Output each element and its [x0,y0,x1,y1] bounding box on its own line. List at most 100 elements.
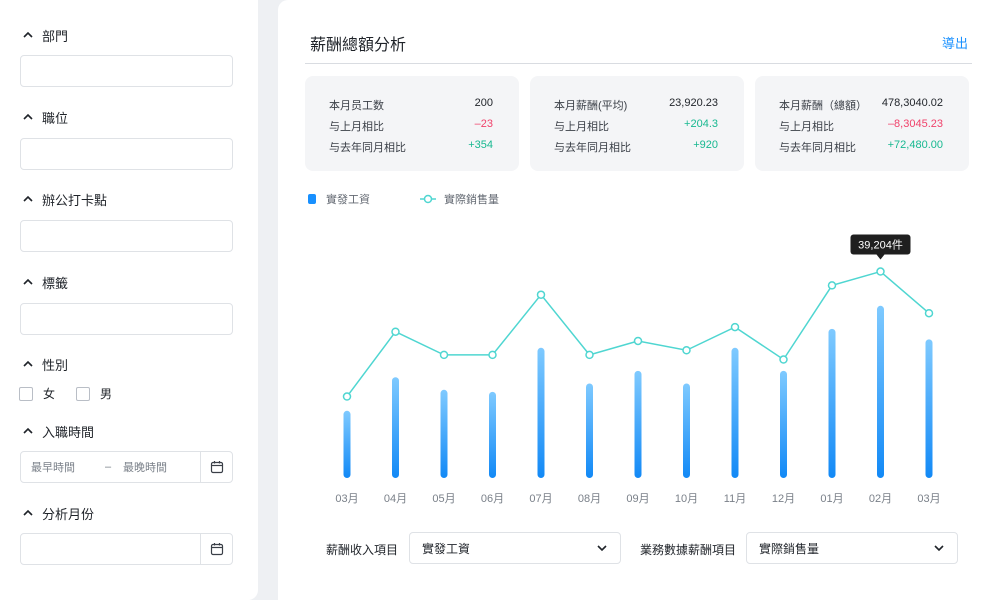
card-value: +72,480.00 [887,139,943,151]
office-section-header[interactable]: 辦公打卡點 [20,189,107,209]
bar-6[interactable] [634,370,642,478]
position-title: 職位 [42,110,69,126]
card-value: +204.3 [684,118,718,130]
chevron-up-icon [23,195,33,202]
line-point-11[interactable] [876,267,885,276]
range-separator: – [104,461,112,473]
month-title: 分析月份 [42,506,95,522]
calendar-icon [210,461,223,474]
card-label: 与去年同月相比 [779,142,856,154]
line-point-4[interactable] [536,290,546,299]
tags-section-header[interactable]: 標籤 [20,272,68,292]
line-point-5[interactable] [585,350,594,360]
card-label: 本月薪酬（總額） [779,100,867,112]
income-item-value: 實發工資 [422,541,471,556]
line-point-7[interactable] [682,346,691,355]
line-point-6[interactable] [633,336,643,346]
chevron-down-icon [934,545,944,552]
bar-3[interactable] [489,391,496,478]
card-label: 与上月相比 [329,121,384,133]
card-label: 本月薪酬(平均) [554,100,628,112]
bar-0[interactable] [343,410,351,478]
card-label: 与上月相比 [779,121,834,133]
bar-9[interactable] [780,370,787,478]
chevron-up-icon [23,278,33,285]
bar-10[interactable] [828,328,836,478]
x-tick-label: 02月 [869,493,892,505]
calendar-icon [210,543,223,556]
business-item-label: 業務數據薪酬項目 [640,543,737,557]
bar-4[interactable] [537,347,545,478]
bar-8[interactable] [731,347,739,478]
line-point-2[interactable] [439,350,449,360]
tooltip-arrow [876,254,885,260]
line-point-3[interactable] [488,350,497,360]
department-section-header[interactable]: 部門 [20,25,68,45]
bar-5[interactable] [586,383,593,479]
average-salary-card: 本月薪酬(平均) 23,920.23 与上月相比 +204.3 与去年同月相比 +92… [530,76,744,171]
gender-male-label: 男 [100,387,113,401]
card-label: 本月员工数 [329,100,384,112]
line-point-10[interactable] [827,281,837,290]
x-tick-label: 07月 [529,493,552,505]
bar-11[interactable] [877,305,884,478]
income-item-select[interactable]: 實發工資 [409,532,621,564]
chevron-down-icon [597,545,607,552]
end-date-placeholder[interactable]: 最晚時間 [119,459,200,475]
salary-sales-chart: 03月 04月 05月 06月 07月 08月 09月 10月 11月 12月 01月 02月 03月 … [335,234,941,505]
card-value: +920 [693,139,718,151]
gender-options: 女 男 [19,385,133,402]
business-item-select[interactable]: 實際銷售量 [746,532,958,564]
checkbox-square[interactable] [19,386,33,401]
divider [305,63,972,64]
line-point-8[interactable] [730,322,740,332]
gender-female-checkbox[interactable]: 女 [19,385,55,402]
line-point-12[interactable] [924,308,934,318]
tags-input[interactable] [20,303,233,335]
x-tick-label: 06月 [481,493,504,505]
x-tick-label: 03月 [917,493,940,505]
position-section-header[interactable]: 職位 [20,107,68,127]
card-value: +354 [468,139,493,151]
card-label: 与去年同月相比 [329,142,406,154]
card-value: 23,920.23 [669,97,718,109]
x-tick-label: 12月 [772,493,795,505]
calendar-button[interactable] [200,452,232,482]
calendar-button[interactable] [200,534,232,564]
month-picker[interactable] [20,533,233,565]
x-tick-label: 11月 [724,493,746,505]
line-point-0[interactable] [342,392,352,401]
employee-count-card: 本月员工数 200 与上月相比 –23 与去年同月相比 +354 [305,76,519,171]
bar-2[interactable] [440,389,448,478]
card-label: 与去年同月相比 [554,142,631,154]
month-input[interactable] [21,534,200,564]
business-item-value: 實際銷售量 [759,541,820,556]
bar-12[interactable] [925,339,933,478]
line-point-9[interactable] [779,355,788,364]
department-input[interactable] [20,55,233,87]
month-section-header[interactable]: 分析月份 [20,503,94,523]
chevron-up-icon [23,31,33,38]
x-tick-label: 05月 [432,493,455,505]
gender-section-header[interactable]: 性別 [20,354,68,374]
position-input[interactable] [20,138,233,170]
chevron-up-icon [23,360,33,367]
department-title: 部門 [42,28,69,44]
hire-date-section-header[interactable]: 入職時間 [20,421,94,441]
card-label: 与上月相比 [554,121,609,133]
hire-date-range-picker[interactable]: 最早時間 – 最晚時間 [20,451,233,483]
x-tick-label: 01月 [820,493,843,505]
checkbox-square[interactable] [76,386,91,401]
x-tick-label: 03月 [335,493,358,505]
chevron-up-icon [23,427,33,434]
office-input[interactable] [20,220,233,252]
bar-1[interactable] [392,377,399,478]
analysis-panel: 薪酬總額分析 導出 本月员工数 200 与上月相比 –23 与去年同月相比 +354 … [278,0,998,600]
income-item-label: 薪酬收入項目 [326,543,399,557]
export-button[interactable]: 導出 [942,33,968,52]
bar-7[interactable] [683,383,690,479]
start-date-placeholder[interactable]: 最早時間 [21,459,97,475]
gender-male-checkbox[interactable]: 男 [76,385,112,402]
line-point-1[interactable] [391,327,400,336]
card-value: 200 [474,97,493,109]
